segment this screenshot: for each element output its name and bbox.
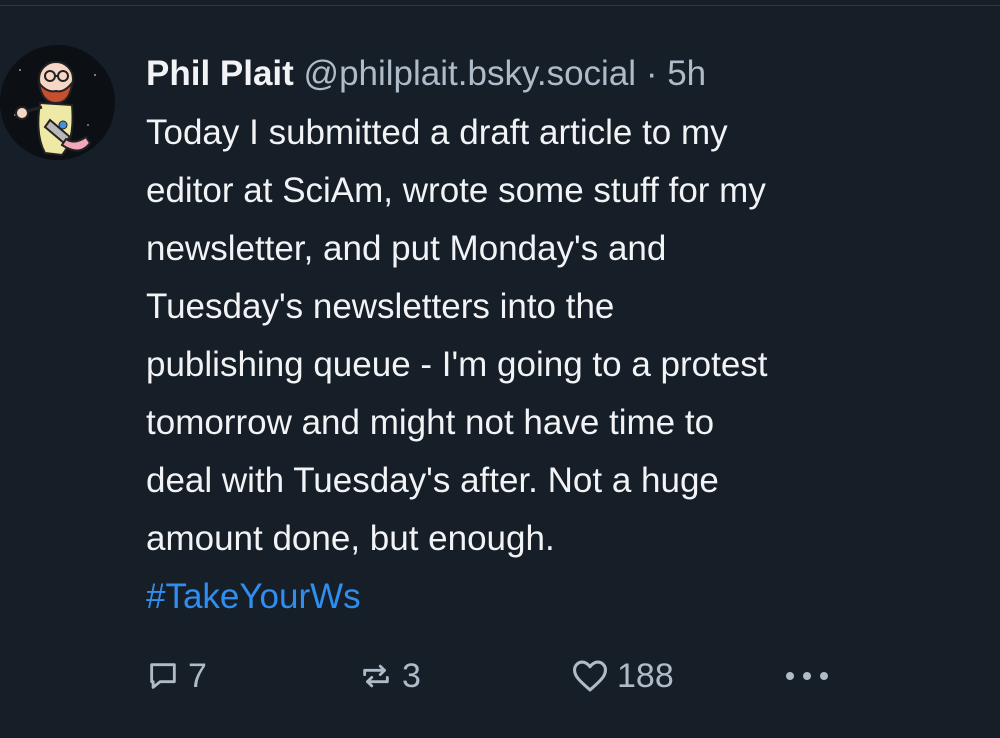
heart-icon <box>571 659 609 693</box>
like-button[interactable]: 188 <box>571 652 674 700</box>
hashtag-link[interactable]: #TakeYourWs <box>146 568 986 626</box>
author-handle[interactable]: @philplait.bsky.social <box>304 54 637 93</box>
author-name[interactable]: Phil Plait <box>146 54 294 93</box>
more-options-icon <box>782 666 832 686</box>
post: Phil Plait @philplait.bsky.social · 5h T… <box>146 50 986 626</box>
more-options-button[interactable] <box>782 652 832 700</box>
top-divider <box>0 5 1000 6</box>
avatar[interactable] <box>0 45 115 160</box>
post-timestamp[interactable]: 5h <box>667 54 706 93</box>
reply-button[interactable]: 7 <box>146 652 207 700</box>
repost-button[interactable]: 3 <box>358 652 421 700</box>
repost-count: 3 <box>402 656 421 695</box>
post-header: Phil Plait @philplait.bsky.social · 5h <box>146 50 986 98</box>
reply-count: 7 <box>188 656 207 695</box>
post-actions: 7 3 188 <box>146 652 846 700</box>
repost-icon <box>358 659 394 693</box>
header-separator: · <box>645 54 658 93</box>
avatar-illustration <box>0 45 115 160</box>
reply-icon <box>146 659 180 693</box>
like-count: 188 <box>617 656 674 695</box>
post-text: Today I submitted a draft article to my … <box>146 113 768 558</box>
